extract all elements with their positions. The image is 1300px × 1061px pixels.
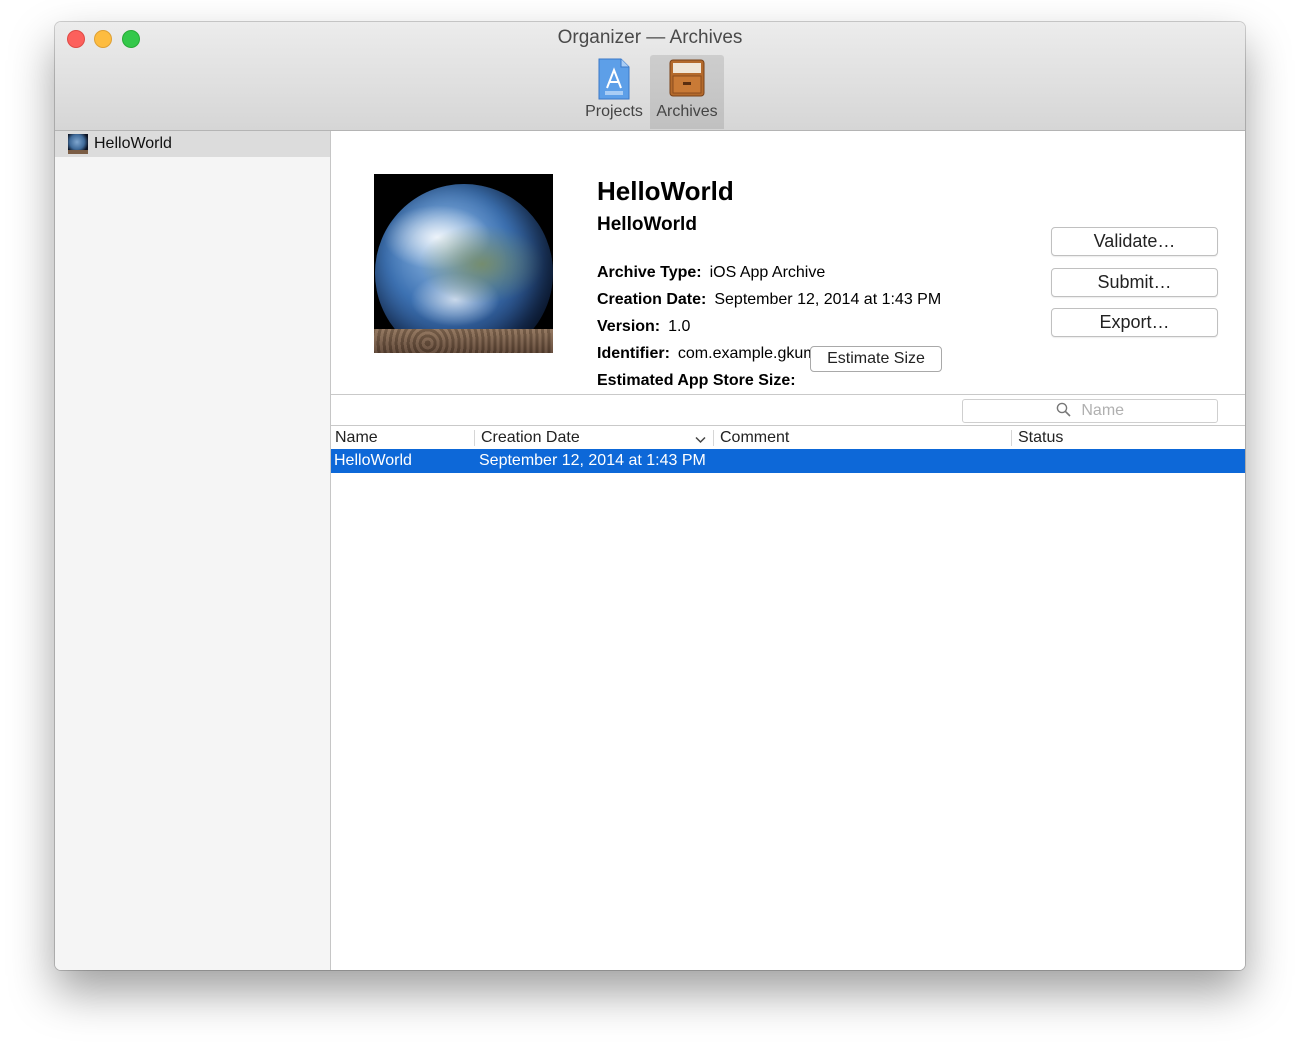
chevron-down-icon[interactable]: [695, 431, 706, 449]
archive-cabinet-icon: [668, 58, 706, 103]
estimate-size-button[interactable]: Estimate Size: [810, 346, 942, 372]
archive-subtitle: HelloWorld: [597, 214, 697, 235]
app-store-size-label: Estimated App Store Size:: [597, 372, 796, 389]
archive-detail-panel: HelloWorld HelloWorld Archive Type: iOS A…: [331, 131, 1245, 395]
main-content: HelloWorld HelloWorld Archive Type: iOS A…: [331, 131, 1245, 970]
window-title: Organizer — Archives: [557, 27, 743, 48]
titlebar: Organizer — Archives Projects Archives: [55, 22, 1245, 131]
column-header-creation-date[interactable]: Creation Date: [481, 429, 580, 447]
archive-type-label: Archive Type:: [597, 264, 702, 281]
export-button[interactable]: Export…: [1051, 308, 1218, 337]
app-icon: [374, 174, 553, 353]
sidebar: HelloWorld: [55, 131, 331, 970]
toolbar-archives-tab[interactable]: Archives: [650, 55, 724, 129]
creation-date-label: Creation Date:: [597, 291, 707, 308]
search-placeholder: Name: [1081, 402, 1125, 419]
organizer-window: Organizer — Archives Projects Archives H…: [55, 22, 1245, 970]
version-value: 1.0: [668, 318, 691, 335]
row-name: HelloWorld: [334, 452, 412, 469]
column-header-comment[interactable]: Comment: [720, 429, 789, 447]
row-creation-date: September 12, 2014 at 1:43 PM: [479, 452, 706, 469]
version-label: Version:: [597, 318, 661, 335]
archive-type-value: iOS App Archive: [709, 264, 826, 281]
identifier-label: Identifier:: [597, 345, 670, 362]
column-divider[interactable]: [474, 430, 475, 446]
toolbar-projects-label: Projects: [585, 103, 643, 120]
app-thumbnail-icon: [68, 134, 88, 154]
validate-button[interactable]: Validate…: [1051, 227, 1218, 256]
creation-date-value: September 12, 2014 at 1:43 PM: [714, 291, 942, 308]
column-header-name[interactable]: Name: [335, 429, 378, 447]
archive-title: HelloWorld: [597, 176, 734, 206]
archive-type-row: Archive Type: iOS App Archive: [597, 264, 825, 282]
app-store-size-row: Estimated App Store Size:: [597, 372, 804, 390]
earth-image: [375, 184, 553, 353]
table-row[interactable]: HelloWorld September 12, 2014 at 1:43 PM: [331, 449, 1245, 473]
toolbar-archives-label: Archives: [656, 103, 718, 120]
xcode-project-document-icon: [597, 58, 631, 105]
archives-table-header: Name Creation Date Comment Status: [331, 425, 1245, 451]
toolbar-projects-tab[interactable]: Projects: [581, 55, 647, 129]
search-input[interactable]: Name: [962, 399, 1218, 423]
sidebar-item-helloworld[interactable]: HelloWorld: [55, 131, 330, 157]
version-row: Version: 1.0: [597, 318, 690, 336]
column-header-status[interactable]: Status: [1018, 429, 1063, 447]
column-divider[interactable]: [713, 430, 714, 446]
creation-date-row: Creation Date: September 12, 2014 at 1:43…: [597, 291, 941, 309]
moon-surface-image: [374, 329, 553, 353]
submit-button[interactable]: Submit…: [1051, 268, 1218, 297]
search-icon: [1056, 402, 1081, 419]
column-divider[interactable]: [1011, 430, 1012, 446]
sidebar-item-label: HelloWorld: [94, 135, 172, 152]
